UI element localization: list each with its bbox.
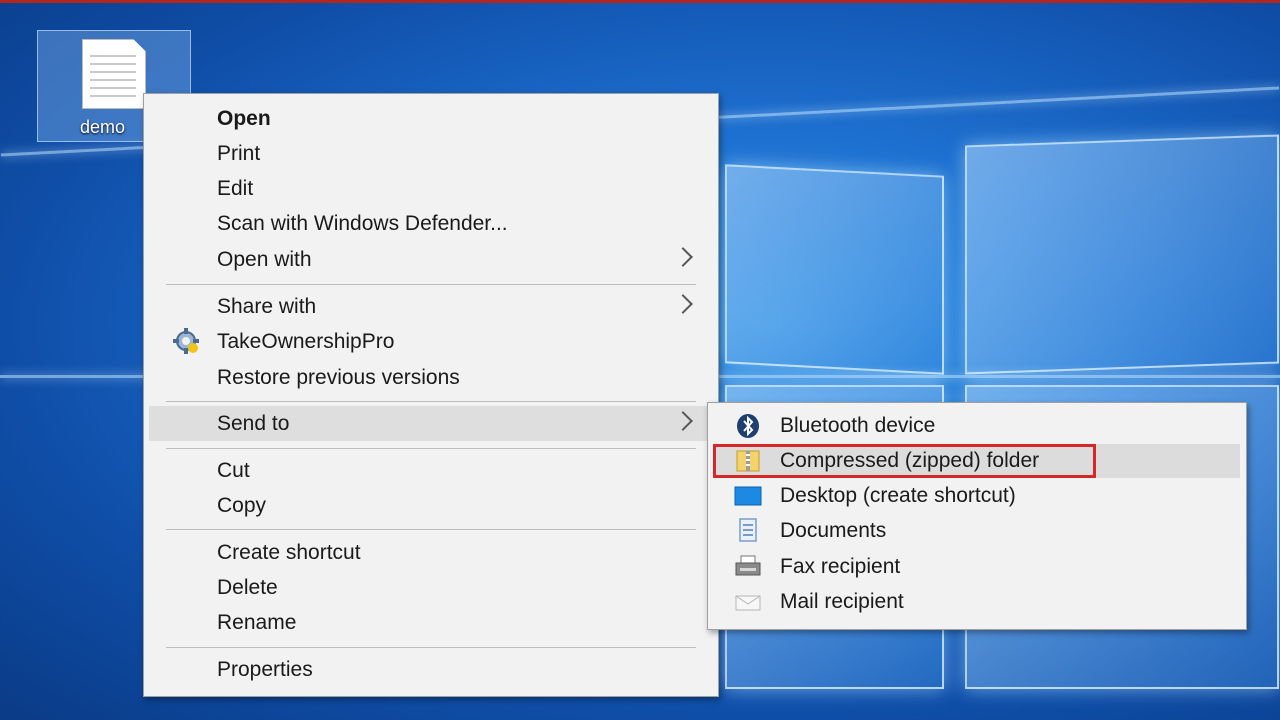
desktop-icon [733, 483, 763, 509]
submenu-item-label: Fax recipient [780, 555, 901, 578]
menu-item-create-shortcut[interactable]: Create shortcut [149, 535, 712, 570]
menu-item-label: Create shortcut [217, 541, 361, 564]
submenu-item-documents[interactable]: Documents [713, 514, 1240, 548]
submenu-item-bluetooth[interactable]: Bluetooth device [713, 409, 1240, 443]
menu-item-delete[interactable]: Delete [149, 570, 712, 605]
menu-item-send-to[interactable]: Send to [149, 406, 712, 441]
menu-item-label: Send to [217, 412, 290, 435]
logo-pane-top-left [725, 164, 944, 375]
menu-item-open-with[interactable]: Open with [149, 242, 712, 277]
mail-icon [733, 589, 763, 615]
send-to-submenu: Bluetooth device Compressed (zipped) fol… [707, 402, 1247, 630]
bluetooth-icon [733, 413, 763, 439]
submenu-item-label: Documents [780, 519, 887, 542]
menu-item-properties[interactable]: Properties [149, 652, 712, 687]
menu-separator [166, 401, 696, 402]
submenu-item-label: Desktop (create shortcut) [780, 484, 1016, 507]
highlight-annotation-box [713, 444, 1096, 478]
menu-item-label: Share with [217, 295, 317, 318]
menu-item-cut[interactable]: Cut [149, 453, 712, 488]
menu-item-label: Cut [217, 459, 250, 482]
submenu-item-label: Mail recipient [780, 590, 904, 613]
menu-separator [166, 448, 696, 449]
menu-item-label: Delete [217, 576, 278, 599]
menu-item-label: Restore previous versions [217, 366, 460, 389]
menu-item-open[interactable]: Open [149, 101, 712, 136]
menu-item-print[interactable]: Print [149, 136, 712, 171]
logo-pane-top-right [965, 134, 1279, 375]
menu-item-label: Edit [217, 177, 254, 200]
submenu-item-mail[interactable]: Mail recipient [713, 585, 1240, 619]
chevron-right-icon [673, 294, 693, 314]
context-menu: Open Print Edit Scan with Windows Defend… [143, 93, 719, 697]
menu-item-label: Open [217, 107, 271, 130]
menu-item-scan-defender[interactable]: Scan with Windows Defender... [149, 206, 712, 241]
fax-icon [733, 554, 763, 580]
documents-icon [733, 518, 763, 544]
chevron-right-icon [673, 411, 693, 431]
menu-separator [166, 647, 696, 648]
submenu-item-label: Bluetooth device [780, 414, 936, 437]
menu-item-label: Properties [217, 658, 313, 681]
menu-item-copy[interactable]: Copy [149, 488, 712, 523]
desktop-icon-label: demo [80, 117, 126, 137]
menu-item-share-with[interactable]: Share with [149, 289, 712, 324]
chevron-right-icon [673, 247, 693, 267]
menu-item-takeownershippro[interactable]: TakeOwnershipPro [149, 324, 712, 359]
menu-item-label: TakeOwnershipPro [217, 330, 395, 353]
document-lines [90, 55, 136, 103]
menu-item-label: Print [217, 142, 261, 165]
menu-separator [166, 529, 696, 530]
top-border [0, 0, 1280, 3]
menu-item-label: Open with [217, 248, 312, 271]
submenu-item-fax[interactable]: Fax recipient [713, 550, 1240, 584]
menu-separator [166, 284, 696, 285]
menu-item-edit[interactable]: Edit [149, 171, 712, 206]
gear-icon [171, 326, 201, 356]
menu-item-label: Rename [217, 611, 297, 634]
submenu-item-desktop[interactable]: Desktop (create shortcut) [713, 479, 1240, 513]
menu-item-restore-versions[interactable]: Restore previous versions [149, 360, 712, 395]
menu-item-label: Scan with Windows Defender... [217, 212, 508, 235]
menu-item-label: Copy [217, 494, 267, 517]
menu-item-rename[interactable]: Rename [149, 605, 712, 640]
